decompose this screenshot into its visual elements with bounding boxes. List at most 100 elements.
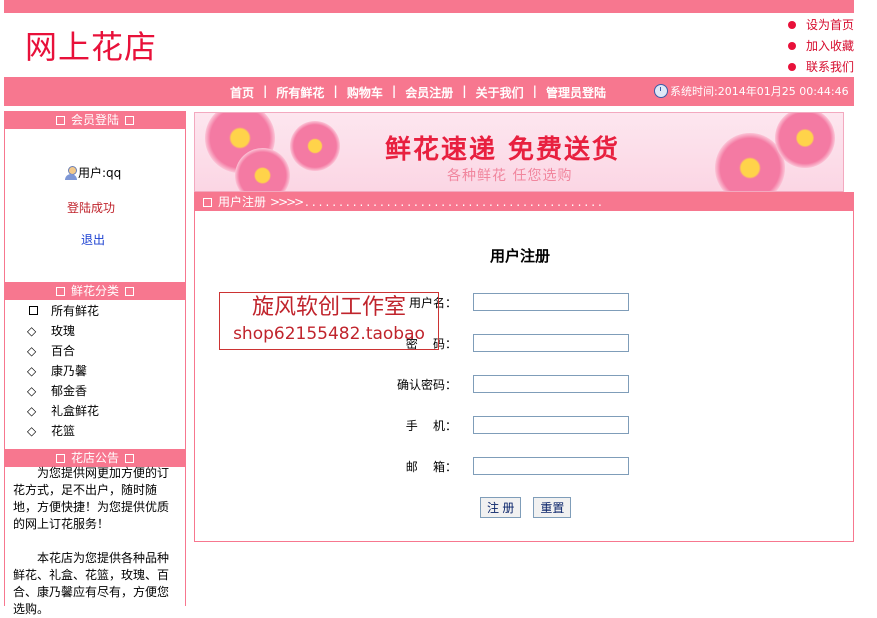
diamond-icon: ◇ — [27, 404, 37, 418]
sidebar: 会员登陆 用户: qq 登陆成功 退出 鲜花分类 所有鲜花 ◇ 玫瑰 ◇ 百合 ◇ 康… — [4, 111, 186, 616]
promo-banner: 鲜花速递 免费送货 各种鲜花 任您选购 — [194, 112, 844, 192]
nav-separator: | — [462, 84, 467, 98]
category-label: 花篮 — [51, 424, 76, 438]
nav-separator: | — [333, 84, 338, 98]
register-button[interactable]: 注 册 — [480, 497, 522, 518]
square-icon — [125, 287, 134, 296]
arrows-icon: >>>> — [270, 195, 304, 209]
category-label: 礼盒鲜花 — [51, 404, 100, 418]
nav-register[interactable]: 会员注册 — [405, 84, 453, 101]
clock-icon — [654, 84, 668, 98]
confirm-password-input[interactable] — [473, 375, 629, 393]
category-panel-header: 鲜花分类 — [5, 282, 185, 300]
register-panel: 用户注册 >>>> ...............................… — [194, 192, 854, 542]
system-time: 系统时间:2014年01月25 00:44:46 — [654, 83, 849, 99]
phone-row: 手 机： — [195, 416, 629, 434]
category-item-carnation[interactable]: ◇ 康乃馨 — [27, 361, 99, 381]
login-status: 登陆成功 — [67, 201, 116, 215]
watermark-line1: 旋风软创工作室 — [251, 295, 406, 320]
banner-title: 鲜花速递 免费送货 — [385, 135, 621, 165]
category-list: 所有鲜花 ◇ 玫瑰 ◇ 百合 ◇ 康乃馨 ◇ 郁金香 ◇ 礼盒鲜花 ◇ 花篮 — [27, 301, 99, 441]
diamond-icon: ◇ — [27, 344, 37, 358]
watermark-line2: shop62155482.taobao — [233, 324, 425, 344]
square-icon — [125, 454, 134, 463]
user-icon — [65, 165, 77, 180]
category-item-lily[interactable]: ◇ 百合 — [27, 341, 99, 361]
top-bar — [4, 0, 854, 13]
nav-cart[interactable]: 购物车 — [347, 84, 383, 101]
contact-us-label: 联系我们 — [806, 60, 855, 74]
register-panel-header: 用户注册 >>>> ...............................… — [195, 193, 853, 211]
nav-bar: 首页 | 所有鲜花 | 购物车 | 会员注册 | 关于我们 | 管理员登陆 系统… — [4, 77, 854, 106]
contact-us-link[interactable]: 联系我们 — [788, 56, 854, 77]
top-links: 设为首页 加入收藏 联系我们 — [788, 14, 854, 77]
category-label: 郁金香 — [51, 384, 88, 398]
notice-paragraph: 为您提供网更加方便的订花方式，足不出户，随时随地，方便快捷！为您提供优质的网上订… — [13, 466, 170, 531]
diamond-icon: ◇ — [27, 364, 37, 378]
category-label: 康乃馨 — [51, 364, 88, 378]
category-label: 百合 — [51, 344, 76, 358]
phone-input[interactable] — [473, 416, 629, 434]
nav-about[interactable]: 关于我们 — [476, 84, 524, 101]
nav-home[interactable]: 首页 — [230, 84, 254, 101]
category-panel-title: 鲜花分类 — [70, 284, 119, 298]
nav-all-flowers[interactable]: 所有鲜花 — [276, 84, 324, 101]
bullet-icon — [788, 62, 796, 71]
register-panel-title: 用户注册 — [218, 195, 267, 209]
square-icon — [29, 306, 38, 315]
diamond-icon: ◇ — [27, 324, 37, 338]
form-title: 用户注册 — [490, 247, 551, 265]
diamond-icon: ◇ — [27, 384, 37, 398]
username-input[interactable] — [473, 293, 629, 311]
bullet-icon — [788, 41, 796, 50]
email-input[interactable] — [473, 457, 629, 475]
nav-separator: | — [532, 84, 538, 98]
dotted-divider: ........................................… — [305, 195, 605, 209]
login-panel-header: 会员登陆 — [5, 111, 185, 129]
set-homepage-label: 设为首页 — [806, 18, 855, 32]
phone-label: 手 机： — [405, 418, 457, 433]
bullet-icon — [788, 20, 796, 29]
site-logo[interactable]: 网上花店 — [25, 22, 157, 68]
nav-admin-login[interactable]: 管理员登陆 — [546, 84, 606, 101]
user-info: 用户: qq — [65, 164, 121, 181]
watermark-stamp: 旋风软创工作室 shop62155482.taobao — [219, 292, 439, 350]
system-time-text: 系统时间:2014年01月25 00:44:46 — [670, 85, 849, 98]
category-item-basket[interactable]: ◇ 花篮 — [27, 421, 99, 441]
flower-image — [290, 121, 340, 171]
notice-panel-title: 花店公告 — [70, 451, 119, 465]
category-label: 玫瑰 — [51, 324, 76, 338]
confirm-password-label: 确认密码： — [396, 377, 457, 392]
password-input[interactable] — [473, 334, 629, 352]
square-icon — [125, 116, 134, 125]
square-icon — [203, 198, 212, 207]
category-item-tulip[interactable]: ◇ 郁金香 — [27, 381, 99, 401]
email-row: 邮 箱： — [195, 457, 629, 475]
flower-image — [775, 113, 835, 168]
add-favorite-link[interactable]: 加入收藏 — [788, 35, 854, 56]
category-item-all[interactable]: 所有鲜花 — [27, 301, 99, 321]
diamond-icon: ◇ — [27, 424, 37, 438]
nav-separator: | — [391, 84, 397, 98]
user-label: 用户: — [78, 166, 107, 180]
login-panel-title: 会员登陆 — [70, 113, 119, 127]
category-item-rose[interactable]: ◇ 玫瑰 — [27, 321, 99, 341]
confirm-password-row: 确认密码： — [195, 375, 629, 393]
email-label: 邮 箱： — [405, 459, 457, 474]
flower-image — [235, 148, 290, 191]
notice-paragraph: 本花店为您提供各种品种鲜花、礼盒、花篮，玫瑰、百合、康乃馨应有尽有，方便您选购。 — [13, 551, 170, 616]
category-label: 所有鲜花 — [51, 304, 100, 318]
nav-separator: | — [263, 84, 268, 98]
square-icon — [55, 287, 65, 296]
logout-link[interactable]: 退出 — [81, 231, 105, 248]
username: qq — [106, 165, 122, 180]
square-icon — [55, 454, 65, 463]
reset-button[interactable]: 重置 — [533, 497, 572, 518]
add-favorite-label: 加入收藏 — [806, 39, 855, 53]
banner-subtitle: 各种鲜花 任您选购 — [447, 168, 573, 184]
set-homepage-link[interactable]: 设为首页 — [788, 14, 854, 35]
notice-text: 为您提供网更加方便的订花方式，足不出户，随时随地，方便快捷！为您提供优质的网上订… — [13, 465, 179, 618]
category-item-giftbox[interactable]: ◇ 礼盒鲜花 — [27, 401, 99, 421]
form-buttons: 注 册 重置 — [480, 497, 572, 518]
square-icon — [55, 116, 65, 125]
